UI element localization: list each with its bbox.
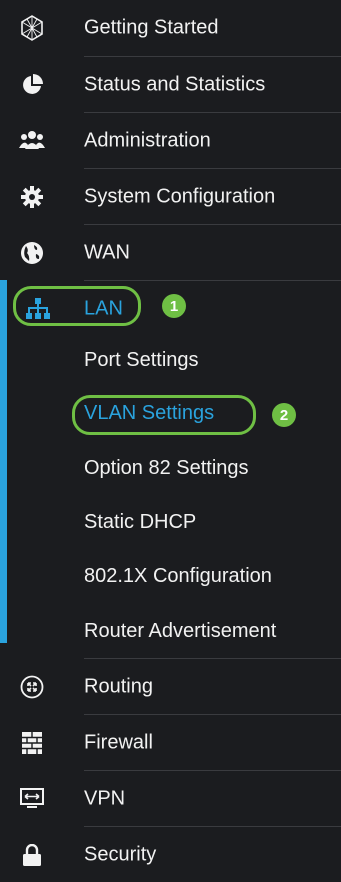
submenu-port-settings[interactable]: Port Settings bbox=[84, 349, 199, 372]
menu-administration[interactable]: Administration bbox=[0, 113, 341, 168]
gear-icon bbox=[19, 184, 45, 210]
submenu-vlan-settings[interactable]: VLAN Settings bbox=[84, 402, 214, 425]
menu-label: Security bbox=[84, 843, 157, 865]
menu-label: Getting Started bbox=[84, 16, 219, 38]
menu-label: Routing bbox=[84, 675, 153, 697]
menu-label: Status and Statistics bbox=[84, 73, 266, 95]
users-icon bbox=[19, 128, 45, 154]
submenu-option-82-settings[interactable]: Option 82 Settings bbox=[84, 457, 249, 480]
brick-wall-icon bbox=[19, 730, 45, 756]
menu-status-and-statistics[interactable]: Status and Statistics bbox=[0, 57, 341, 112]
sidebar-navigation: Getting Started Status and Statistics Ad… bbox=[0, 0, 341, 872]
step-badge-2: 2 bbox=[272, 403, 296, 427]
menu-label: Firewall bbox=[84, 731, 153, 753]
menu-label: WAN bbox=[84, 241, 130, 263]
step-badge-1: 1 bbox=[162, 294, 186, 318]
menu-firewall[interactable]: Firewall bbox=[0, 715, 341, 770]
globe-mesh-icon bbox=[19, 14, 45, 41]
menu-security[interactable]: Security bbox=[0, 827, 341, 882]
menu-routing[interactable]: Routing bbox=[0, 659, 341, 714]
globe-icon bbox=[19, 240, 45, 266]
submenu-router-advertisement[interactable]: Router Advertisement bbox=[84, 620, 276, 643]
menu-label: Administration bbox=[84, 129, 211, 151]
menu-label: VPN bbox=[84, 787, 126, 809]
lock-icon bbox=[19, 842, 45, 868]
pie-chart-icon bbox=[19, 72, 45, 98]
submenu-802-1x-configuration[interactable]: 802.1X Configuration bbox=[84, 565, 272, 588]
menu-getting-started[interactable]: Getting Started bbox=[0, 0, 341, 55]
menu-system-configuration[interactable]: System Configuration bbox=[0, 169, 341, 224]
menu-wan[interactable]: WAN bbox=[0, 225, 341, 280]
routing-arrows-icon bbox=[19, 674, 45, 700]
menu-label: System Configuration bbox=[84, 185, 276, 207]
menu-vpn[interactable]: VPN bbox=[0, 771, 341, 826]
submenu-static-dhcp[interactable]: Static DHCP bbox=[84, 511, 196, 534]
monitor-arrows-icon bbox=[19, 786, 45, 812]
lan-highlight-callout bbox=[13, 286, 141, 326]
